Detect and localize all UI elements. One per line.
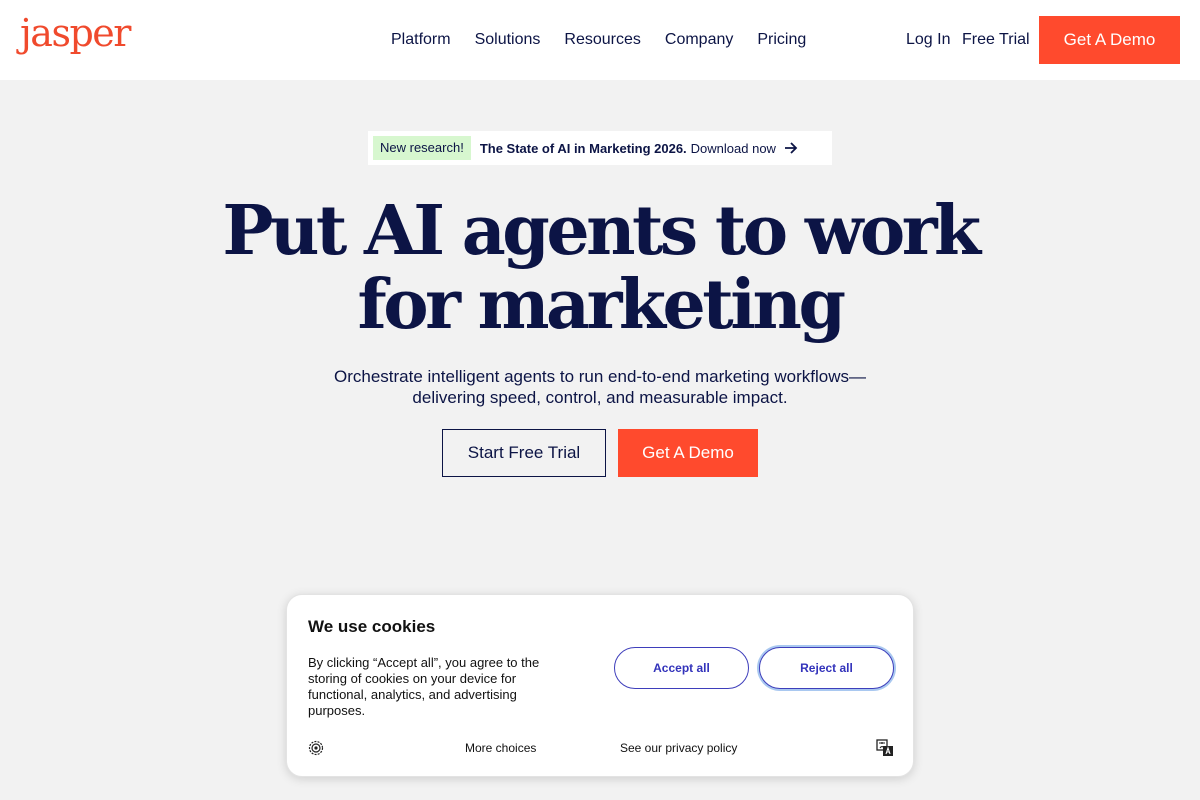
cookie-title: We use cookies [308, 617, 436, 636]
main-nav: Platform Solutions Resources Company Pri… [391, 30, 806, 50]
start-free-trial-button[interactable]: Start Free Trial [442, 429, 606, 477]
new-research-badge: New research! [373, 136, 471, 160]
free-trial-link[interactable]: Free Trial [962, 30, 1030, 50]
nav-solutions[interactable]: Solutions [475, 30, 541, 50]
hero-title-line-2: for marketing [357, 265, 846, 345]
site-header: jasper Platform Solutions Resources Comp… [0, 0, 1200, 80]
nav-pricing[interactable]: Pricing [757, 30, 806, 50]
arrow-right-icon [784, 142, 798, 154]
more-choices-link[interactable]: More choices [465, 741, 536, 755]
reject-all-button[interactable]: Reject all [759, 647, 894, 689]
hero-title-line-1: Put AI agents to work [222, 191, 981, 271]
download-now-link[interactable]: Download now [691, 141, 776, 156]
header-demo-button[interactable]: Get A Demo [1039, 16, 1180, 64]
privacy-policy-link[interactable]: See our privacy policy [620, 741, 737, 755]
hero-demo-button[interactable]: Get A Demo [618, 429, 758, 477]
hero-subtitle: Orchestrate intelligent agents to run en… [334, 367, 866, 407]
jasper-logo[interactable]: jasper [20, 14, 131, 52]
cookie-banner: We use cookies By clicking “Accept all”,… [286, 594, 914, 777]
translate-icon[interactable] [876, 739, 894, 757]
cookie-settings-icon[interactable] [308, 740, 324, 756]
hero-title: Put AI agents to work for marketing [0, 194, 1200, 342]
announcement-title: The State of AI in Marketing 2026. [479, 140, 687, 156]
nav-resources[interactable]: Resources [564, 30, 640, 50]
login-link[interactable]: Log In [906, 30, 950, 50]
accept-all-button[interactable]: Accept all [614, 647, 749, 689]
cookie-description: By clicking “Accept all”, you agree to t… [308, 655, 540, 718]
research-announcement[interactable]: New research! The State of AI in Marketi… [368, 131, 832, 165]
nav-company[interactable]: Company [665, 30, 733, 50]
nav-platform[interactable]: Platform [391, 30, 451, 50]
